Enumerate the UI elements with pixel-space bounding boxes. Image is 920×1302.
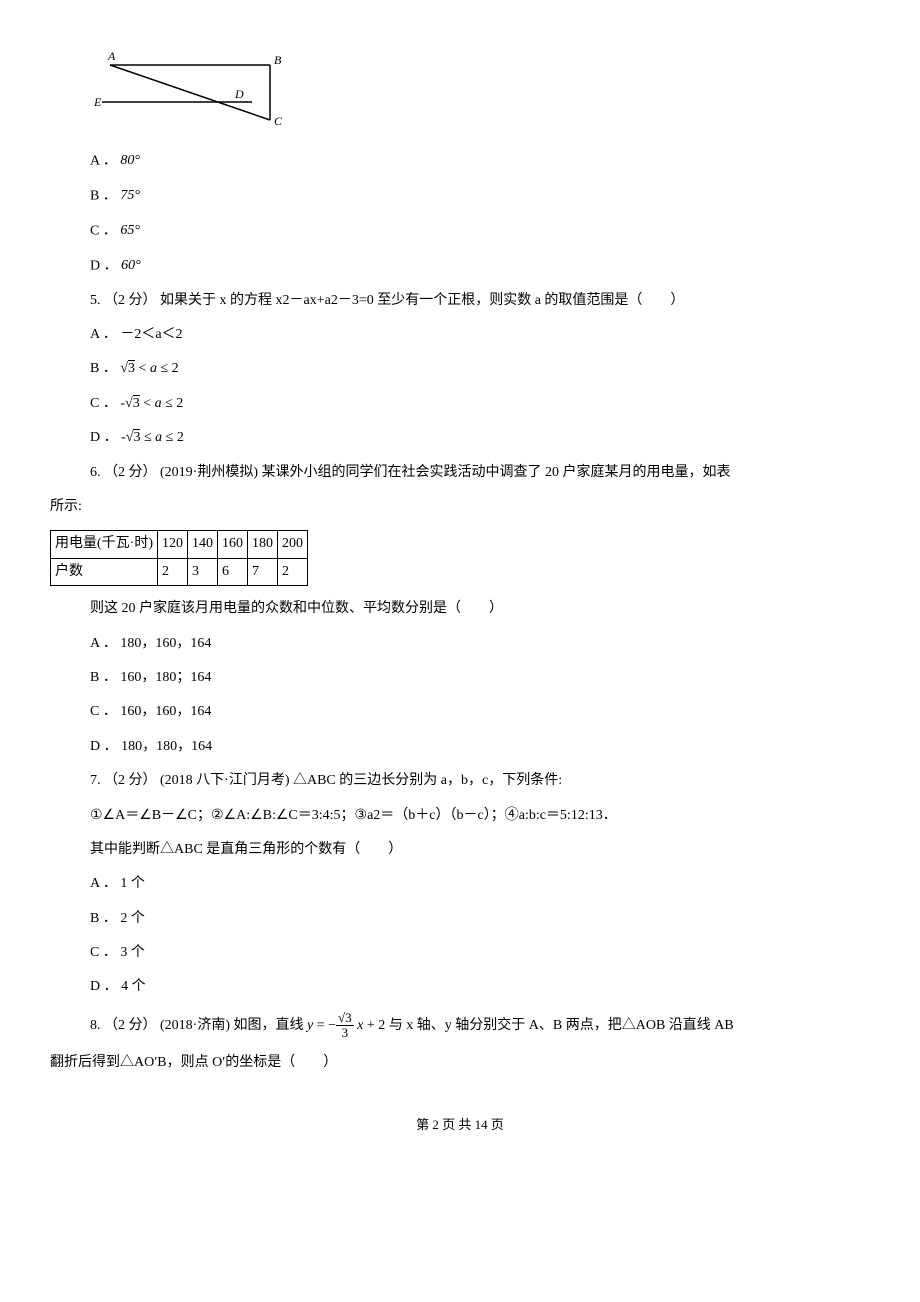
q6-table: 用电量(千瓦·时) 120 140 160 180 200 户数 2 3 6 7…: [50, 530, 308, 586]
q8-post: 与 x 轴、y 轴分别交于 A、B 两点，把△AOB 沿直线 AB: [389, 1018, 734, 1033]
q6-option-c: C ． 160，160，164: [90, 701, 870, 723]
q8-pre: 8. （2 分） (2018·济南) 如图，直线: [90, 1018, 307, 1033]
option-label: A ．: [90, 154, 117, 169]
q4-option-d: D ． 60°: [90, 255, 870, 278]
table-cell: 6: [218, 558, 248, 585]
q4-option-c: C ． 65°: [90, 220, 870, 243]
option-label: C ．: [90, 396, 117, 411]
table-cell: 200: [278, 531, 308, 558]
q5-option-d: D ． -√3 ≤ a ≤ 2: [90, 427, 870, 449]
q7-option-d: D ． 4 个: [90, 976, 870, 998]
option-text: 75°: [120, 188, 140, 203]
q6-option-a: A ． 180，160，164: [90, 633, 870, 655]
q6-followup: 则这 20 户家庭该月用电量的众数和中位数、平均数分别是（ ）: [90, 598, 870, 620]
q4-figure: A B C D E: [90, 50, 870, 138]
option-text: 65°: [120, 223, 140, 238]
svg-text:A: A: [107, 50, 116, 63]
table-row: 用电量(千瓦·时) 120 140 160 180 200: [51, 531, 308, 558]
q7-stem: 7. （2 分） (2018 八下·江门月考) △ABC 的三边长分别为 a，b…: [90, 770, 870, 792]
table-row: 户数 2 3 6 7 2: [51, 558, 308, 585]
option-label: D ．: [90, 430, 118, 445]
q5-option-b: B ． √3 < a ≤ 2: [90, 358, 870, 380]
option-math: -√3 < a ≤ 2: [120, 395, 183, 411]
q4-option-a: A ． 80°: [90, 150, 870, 173]
option-label: A ．: [90, 327, 117, 342]
svg-text:C: C: [274, 114, 283, 128]
option-label: B ．: [90, 361, 117, 376]
option-label: B ．: [90, 189, 117, 204]
table-cell: 2: [278, 558, 308, 585]
q6-option-d: D ． 180，180，164: [90, 736, 870, 758]
option-text: －2＜a＜2: [120, 327, 182, 342]
table-cell: 户数: [51, 558, 158, 585]
table-cell: 180: [248, 531, 278, 558]
q7-option-a: A ． 1 个: [90, 873, 870, 895]
q6-option-b: B ． 160，180；164: [90, 667, 870, 689]
option-math: -√3 ≤ a ≤ 2: [121, 429, 184, 445]
q6-stem-line2: 所示:: [50, 496, 870, 518]
q7-option-b: B ． 2 个: [90, 908, 870, 930]
table-cell: 用电量(千瓦·时): [51, 531, 158, 558]
svg-text:E: E: [93, 95, 102, 109]
q8-stem-line1: 8. （2 分） (2018·济南) 如图，直线 y = −√33 x + 2 …: [90, 1011, 870, 1041]
q7-option-c: C ． 3 个: [90, 942, 870, 964]
q7-ask: 其中能判断△ABC 是直角三角形的个数有（ ）: [90, 839, 870, 861]
q6-stem-line1: 6. （2 分） (2019·荆州模拟) 某课外小组的同学们在社会实践活动中调查…: [90, 462, 870, 484]
table-cell: 140: [188, 531, 218, 558]
q8-stem-line2: 翻折后得到△AO′B，则点 O′的坐标是（ ）: [50, 1052, 870, 1074]
svg-text:B: B: [274, 53, 282, 67]
svg-text:D: D: [234, 87, 244, 101]
q5-option-a: A ． －2＜a＜2: [90, 324, 870, 346]
q8-equation: y = −√33 x + 2: [307, 1018, 385, 1033]
q5-option-c: C ． -√3 < a ≤ 2: [90, 393, 870, 415]
table-cell: 120: [158, 531, 188, 558]
table-cell: 160: [218, 531, 248, 558]
option-label: D ．: [90, 258, 118, 273]
option-label: C ．: [90, 223, 117, 238]
option-text: 80°: [120, 153, 140, 168]
table-cell: 3: [188, 558, 218, 585]
q7-conditions: ①∠A＝∠B－∠C；②∠A:∠B:∠C＝3:4:5；③a2＝（b＋c）（b－c）…: [90, 805, 870, 827]
option-text: 60°: [121, 258, 141, 273]
q5-stem: 5. （2 分） 如果关于 x 的方程 x2－ax+a2－3=0 至少有一个正根…: [90, 290, 870, 312]
option-math: √3 < a ≤ 2: [120, 360, 178, 376]
table-cell: 7: [248, 558, 278, 585]
table-cell: 2: [158, 558, 188, 585]
q4-option-b: B ． 75°: [90, 185, 870, 208]
page-footer: 第 2 页 共 14 页: [50, 1115, 870, 1136]
